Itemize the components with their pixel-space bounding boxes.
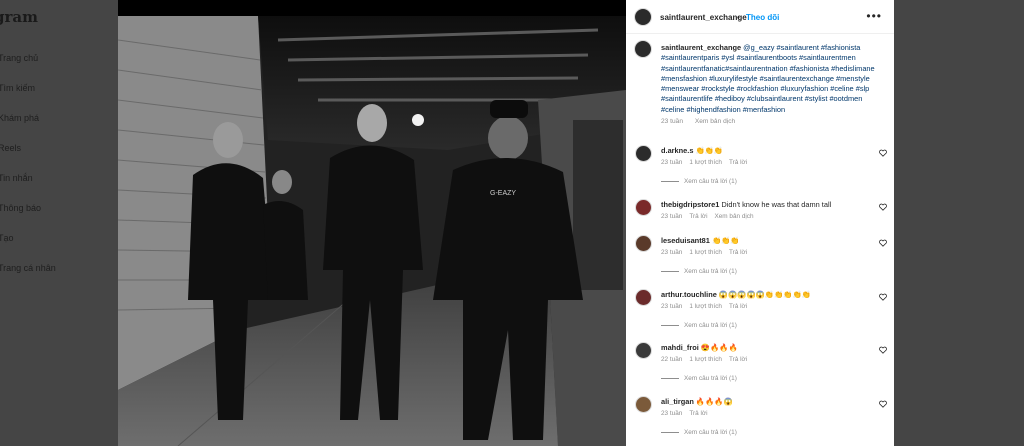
caption-meta: 23 tuần Xem bản dịch — [661, 117, 885, 127]
comment-text: leseduisant81 👏👏👏 — [661, 236, 740, 245]
comment-meta: 23 tuần 1 lượt thích Trả lời — [661, 303, 754, 310]
reply-button[interactable]: Trả lời — [729, 249, 747, 256]
caption-text: @g_eazy #saintlaurent #fashionista #sain… — [661, 43, 875, 114]
comment-username[interactable]: d.arkne.s — [661, 146, 693, 155]
reply-button[interactable]: Trả lời — [689, 410, 707, 417]
comment-likes[interactable]: 1 lượt thích — [689, 159, 722, 166]
sidebar: gram Trang chủ Tìm kiếm Khám phá Reels T… — [0, 0, 118, 446]
post-header: saintlaurent_exchange • Theo dõi ••• — [626, 0, 894, 34]
comment-time: 23 tuần — [661, 213, 683, 220]
post-photo-image: G-EAZY — [118, 0, 626, 446]
comment-avatar[interactable] — [635, 199, 652, 216]
comment-username[interactable]: thebigdripstore1 — [661, 200, 719, 209]
comment-meta: 23 tuần Trả lời — [661, 410, 714, 417]
comment-username[interactable]: arthur.touchline — [661, 290, 717, 299]
sidebar-item-profile[interactable]: Trang cá nhân — [0, 263, 56, 273]
view-replies-link[interactable]: Xem câu trả lời (1) — [661, 178, 737, 185]
author-username[interactable]: saintlaurent_exchange — [660, 13, 747, 22]
reply-button[interactable]: Trả lời — [689, 213, 707, 220]
comment-meta: 23 tuần 1 lượt thích Trả lời — [661, 159, 754, 166]
sidebar-item-messages[interactable]: Tin nhắn — [0, 173, 33, 183]
comment-avatar[interactable] — [635, 342, 652, 359]
reply-button[interactable]: Trả lời — [729, 356, 747, 363]
sidebar-item-search[interactable]: Tìm kiếm — [0, 83, 35, 93]
comment-body: 👏👏👏 — [711, 236, 740, 245]
comment-body: 🔥🔥🔥😱 — [695, 397, 733, 406]
post-caption: saintlaurent_exchange @g_eazy #saintlaur… — [661, 43, 885, 127]
heart-icon[interactable] — [879, 346, 887, 354]
more-options-icon[interactable]: ••• — [866, 9, 882, 23]
comment-likes[interactable]: 1 lượt thích — [689, 249, 722, 256]
comment-username[interactable]: leseduisant81 — [661, 236, 710, 245]
comment-text: mahdi_froi 😍🔥🔥🔥 — [661, 343, 738, 352]
comment-username[interactable]: mahdi_froi — [661, 343, 699, 352]
overlay-backdrop[interactable] — [894, 0, 1024, 446]
post-photo[interactable]: G-EAZY — [118, 0, 626, 446]
follow-button[interactable]: Theo dõi — [746, 13, 779, 22]
heart-icon[interactable] — [879, 400, 887, 408]
sidebar-item-create[interactable]: Tạo — [0, 233, 14, 243]
sidebar-item-reels[interactable]: Reels — [0, 143, 21, 153]
view-replies-link[interactable]: Xem câu trả lời (1) — [661, 322, 737, 329]
comment-time: 23 tuần — [661, 303, 683, 310]
reply-button[interactable]: Trả lời — [729, 159, 747, 166]
caption-time: 23 tuần — [661, 118, 683, 126]
comment-time: 23 tuần — [661, 159, 683, 166]
comment-avatar[interactable] — [635, 145, 652, 162]
heart-icon[interactable] — [879, 293, 887, 301]
comment-body: 😍🔥🔥🔥 — [700, 343, 738, 352]
heart-icon[interactable] — [879, 239, 887, 247]
sidebar-item-home[interactable]: Trang chủ — [0, 53, 38, 63]
comment-body: 👏👏👏 — [695, 146, 724, 155]
post-detail-panel: saintlaurent_exchange • Theo dõi ••• sai… — [626, 0, 894, 446]
view-replies-link[interactable]: Xem câu trả lời (1) — [661, 268, 737, 275]
brand-logo[interactable]: gram — [0, 8, 38, 26]
comment-avatar[interactable] — [635, 235, 652, 252]
comment-time: 22 tuần — [661, 356, 683, 363]
comment-likes[interactable]: 1 lượt thích — [689, 356, 722, 363]
comment-time: 23 tuần — [661, 249, 683, 256]
comment-avatar[interactable] — [635, 289, 652, 306]
comment-text: d.arkne.s 👏👏👏 — [661, 146, 723, 155]
comment-likes[interactable]: 1 lượt thích — [689, 303, 722, 310]
author-avatar[interactable] — [634, 8, 652, 26]
sidebar-item-explore[interactable]: Khám phá — [0, 113, 39, 123]
reply-button[interactable]: Trả lời — [729, 303, 747, 310]
view-replies-link[interactable]: Xem câu trả lời (1) — [661, 429, 737, 436]
comment-meta: 22 tuần 1 lượt thích Trả lời — [661, 356, 754, 363]
comment-meta: 23 tuần 1 lượt thích Trả lời — [661, 249, 754, 256]
svg-text:G-EAZY: G-EAZY — [490, 190, 516, 197]
view-replies-link[interactable]: Xem câu trả lời (1) — [661, 375, 737, 382]
comment-meta: 23 tuần Trả lời Xem bản dịch — [661, 213, 761, 220]
heart-icon[interactable] — [879, 203, 887, 211]
comment-text: arthur.touchline 😱😱😱😱😱👏👏👏👏👏 — [661, 290, 811, 299]
comment-body: 😱😱😱😱😱👏👏👏👏👏 — [718, 290, 811, 299]
comment-avatar[interactable] — [635, 396, 652, 413]
comment-text: ali_tirgan 🔥🔥🔥😱 — [661, 397, 733, 406]
heart-icon[interactable] — [879, 149, 887, 157]
caption-translate-link[interactable]: Xem bản dịch — [695, 118, 735, 125]
comment-time: 23 tuần — [661, 410, 683, 417]
comment-body: Didn't know he was that damn tall — [721, 200, 832, 209]
caption-username[interactable]: saintlaurent_exchange — [661, 43, 741, 52]
comment-text: thebigdripstore1 Didn't know he was that… — [661, 200, 831, 209]
header-separator: • — [737, 13, 740, 22]
sidebar-item-notifications[interactable]: Thông báo — [0, 203, 41, 213]
caption-avatar[interactable] — [634, 40, 652, 58]
comment-username[interactable]: ali_tirgan — [661, 397, 694, 406]
translate-link[interactable]: Xem bản dịch — [714, 213, 753, 220]
